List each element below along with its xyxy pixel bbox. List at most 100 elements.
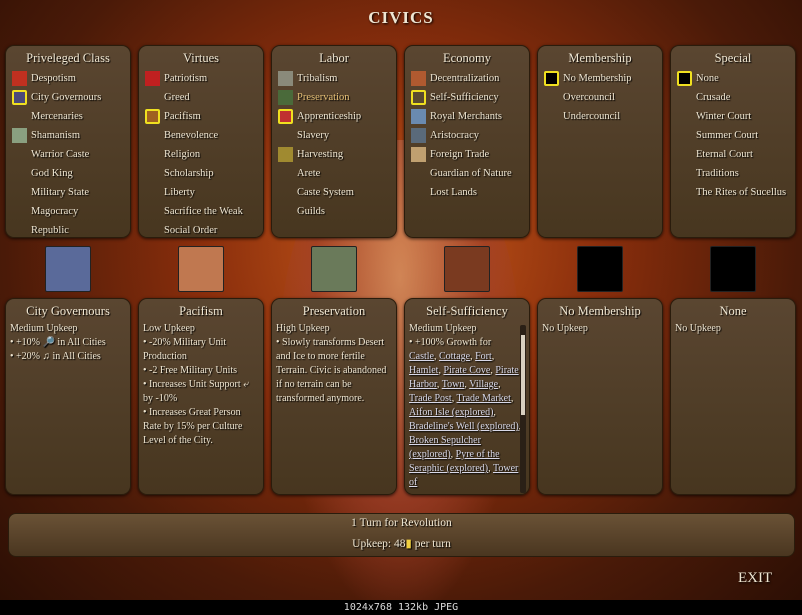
civic-label: Patriotism	[164, 73, 208, 84]
detail-line: • +20% ♫ in All Cities	[10, 351, 101, 362]
civic-option[interactable]: Mercenaries	[6, 107, 130, 126]
civic-option[interactable]: Religion	[139, 145, 263, 164]
civic-option[interactable]: Republic	[6, 221, 130, 240]
civic-option[interactable]: Magocracy	[6, 202, 130, 221]
civic-option[interactable]: Patriotism	[139, 69, 263, 88]
shamanism-icon	[12, 128, 27, 143]
pedia-link[interactable]: Fort	[475, 351, 492, 362]
none-icon	[677, 71, 692, 86]
civic-option[interactable]: Arete	[272, 164, 396, 183]
civic-option[interactable]: Despotism	[6, 69, 130, 88]
civic-option[interactable]: City Governours	[6, 88, 130, 107]
civic-option[interactable]: Caste System	[272, 183, 396, 202]
civic-label: Overcouncil	[563, 92, 615, 103]
civic-category-0: Priveleged Class Despotism City Governours…	[5, 45, 131, 238]
civic-option[interactable]: Greed	[139, 88, 263, 107]
preservation-large-icon	[311, 246, 357, 292]
civic-option[interactable]: God King	[6, 164, 130, 183]
pacifism-large-icon	[178, 246, 224, 292]
pedia-link[interactable]: Bradeline's Well (explored)	[409, 421, 519, 432]
civic-option[interactable]: Preservation	[272, 88, 396, 107]
civic-option[interactable]: The Rites of Sucellus	[671, 183, 795, 202]
civic-option[interactable]: Summer Court	[671, 126, 795, 145]
civic-label: Summer Court	[696, 130, 759, 141]
civic-label: City Governours	[31, 92, 102, 103]
civic-label: Shamanism	[31, 130, 80, 141]
exit-button[interactable]: EXIT	[738, 570, 772, 587]
pedia-link[interactable]: Trade Post	[409, 393, 452, 404]
civic-label: Mercenaries	[31, 111, 83, 122]
civic-label: Magocracy	[31, 206, 79, 217]
civic-option[interactable]: Apprenticeship	[272, 107, 396, 126]
detail-title: Self-Sufficiency	[426, 304, 508, 318]
category-title: Economy	[443, 51, 491, 65]
upkeep-value: Upkeep: 48	[352, 538, 406, 550]
civic-option[interactable]: Liberty	[139, 183, 263, 202]
civic-option[interactable]: Tribalism	[272, 69, 396, 88]
civic-option[interactable]: Social Order	[139, 221, 263, 240]
civic-label: Liberty	[164, 187, 195, 198]
civic-detail-1: Pacifism Low Upkeep • -20% Military Unit P…	[138, 298, 264, 495]
civic-label: Sacrifice the Weak	[164, 206, 243, 217]
civic-option[interactable]: Decentralization	[405, 69, 529, 88]
detail-line: Medium Upkeep	[409, 323, 477, 334]
scroll-thumb[interactable]	[521, 335, 525, 415]
detail-line: • Slowly transforms Desert and Ice to mo…	[276, 337, 387, 404]
pedia-link[interactable]: Cottage	[439, 351, 470, 362]
civic-label: Harvesting	[297, 149, 344, 160]
civic-label: Slavery	[297, 130, 330, 141]
scrollbar[interactable]	[520, 325, 526, 493]
city-governours-large-icon	[45, 246, 91, 292]
civic-label: Greed	[164, 92, 190, 103]
civic-option[interactable]: Foreign Trade	[405, 145, 529, 164]
civic-option[interactable]: Crusade	[671, 88, 795, 107]
civic-option[interactable]: None	[671, 69, 795, 88]
civic-option[interactable]: Shamanism	[6, 126, 130, 145]
civic-option[interactable]: Scholarship	[139, 164, 263, 183]
civic-label: Social Order	[164, 225, 218, 236]
civic-option[interactable]: Military State	[6, 183, 130, 202]
civic-option[interactable]: Pacifism	[139, 107, 263, 126]
detail-line: No Upkeep	[675, 323, 721, 334]
civic-option[interactable]: Eternal Court	[671, 145, 795, 164]
pedia-link[interactable]: Town	[442, 379, 465, 390]
civic-option[interactable]: Guardian of Nature	[405, 164, 529, 183]
civic-label: Royal Merchants	[430, 111, 503, 122]
page-title: CIVICS	[368, 8, 434, 27]
civic-option[interactable]: Undercouncil	[538, 107, 662, 126]
civic-option[interactable]: Benevolence	[139, 126, 263, 145]
civic-option[interactable]: Royal Merchants	[405, 107, 529, 126]
civic-option[interactable]: Sacrifice the Weak	[139, 202, 263, 221]
pedia-link[interactable]: Pirate Cove	[443, 365, 490, 376]
pedia-link[interactable]: Aifon Isle (explored)	[409, 407, 493, 418]
civic-option[interactable]: Self-Sufficiency	[405, 88, 529, 107]
category-title: Special	[714, 51, 752, 65]
foreign-trade-icon	[411, 147, 426, 162]
civic-option[interactable]: Lost Lands	[405, 183, 529, 202]
civic-option[interactable]: Aristocracy	[405, 126, 529, 145]
none-large-icon	[710, 246, 756, 292]
detail-line: No Upkeep	[542, 323, 588, 334]
civic-label: Traditions	[696, 168, 739, 179]
civic-option[interactable]: Slavery	[272, 126, 396, 145]
civic-category-3: Economy Decentralization Self-Sufficiency R…	[404, 45, 530, 238]
civic-category-4: Membership No Membership Overcouncil Underc…	[537, 45, 663, 238]
pedia-link[interactable]: Hamlet	[409, 365, 438, 376]
self-sufficiency-large-icon	[444, 246, 490, 292]
detail-line: • Increases Great Person Rate by 15% per…	[143, 407, 243, 446]
civic-option[interactable]: Overcouncil	[538, 88, 662, 107]
civic-option[interactable]: No Membership	[538, 69, 662, 88]
pedia-link[interactable]: Trade Market	[457, 393, 511, 404]
civic-label: Arete	[297, 168, 321, 179]
civic-option[interactable]: Winter Court	[671, 107, 795, 126]
civic-label: Republic	[31, 225, 69, 236]
civic-detail-3: Self-Sufficiency Medium Upkeep • +100% Gro…	[404, 298, 530, 495]
civic-option[interactable]: Warrior Caste	[6, 145, 130, 164]
civic-label: Aristocracy	[430, 130, 479, 141]
tribalism-icon	[278, 71, 293, 86]
civic-option[interactable]: Harvesting	[272, 145, 396, 164]
civic-option[interactable]: Guilds	[272, 202, 396, 221]
pedia-link[interactable]: Village	[469, 379, 498, 390]
civic-option[interactable]: Traditions	[671, 164, 795, 183]
pedia-link[interactable]: Castle	[409, 351, 434, 362]
